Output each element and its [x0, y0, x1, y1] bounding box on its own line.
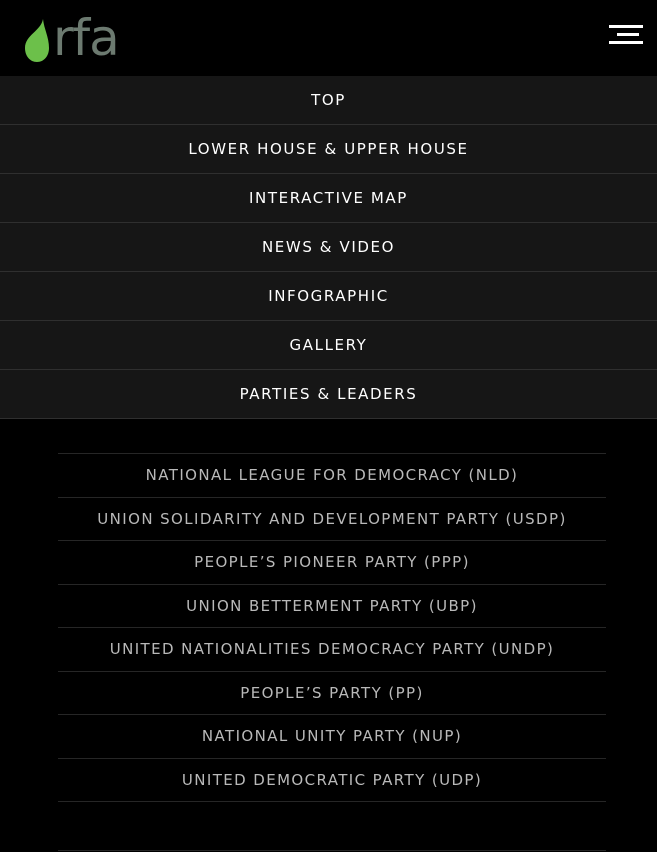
party-item-udp[interactable]: UNITED DEMOCRATIC PARTY (UDP) [58, 759, 606, 802]
party-item-ubp[interactable]: UNION BETTERMENT PARTY (UBP) [58, 585, 606, 628]
logo-text: rfa [53, 9, 120, 67]
nav-item-news-video[interactable]: NEWS & VIDEO [0, 223, 657, 272]
menu-line [609, 41, 643, 44]
site-header: rfa [0, 0, 657, 76]
divider [58, 850, 606, 851]
menu-line [609, 25, 643, 28]
parties-submenu: NATIONAL LEAGUE FOR DEMOCRACY (NLD) UNIO… [58, 453, 606, 802]
nav-item-gallery[interactable]: GALLERY [0, 321, 657, 370]
nav-item-infographic[interactable]: INFOGRAPHIC [0, 272, 657, 321]
nav-item-top[interactable]: TOP [0, 76, 657, 125]
nav-item-parties-leaders[interactable]: PARTIES & LEADERS [0, 370, 657, 419]
party-item-ppp[interactable]: PEOPLE’S PIONEER PARTY (PPP) [58, 541, 606, 585]
menu-line [617, 33, 639, 36]
logo-drop-icon [25, 19, 49, 62]
party-item-nld[interactable]: NATIONAL LEAGUE FOR DEMOCRACY (NLD) [58, 454, 606, 498]
nav-item-interactive-map[interactable]: INTERACTIVE MAP [0, 174, 657, 223]
hamburger-menu-icon[interactable] [609, 25, 643, 45]
nav-item-lower-upper-house[interactable]: LOWER HOUSE & UPPER HOUSE [0, 125, 657, 174]
party-item-nup[interactable]: NATIONAL UNITY PARTY (NUP) [58, 715, 606, 759]
main-nav: TOP LOWER HOUSE & UPPER HOUSE INTERACTIV… [0, 76, 657, 419]
party-item-usdp[interactable]: UNION SOLIDARITY AND DEVELOPMENT PARTY (… [58, 498, 606, 541]
party-item-undp[interactable]: UNITED NATIONALITIES DEMOCRACY PARTY (UN… [58, 628, 606, 672]
party-item-pp[interactable]: PEOPLE’S PARTY (PP) [58, 672, 606, 715]
rfa-logo[interactable]: rfa [21, 9, 120, 67]
